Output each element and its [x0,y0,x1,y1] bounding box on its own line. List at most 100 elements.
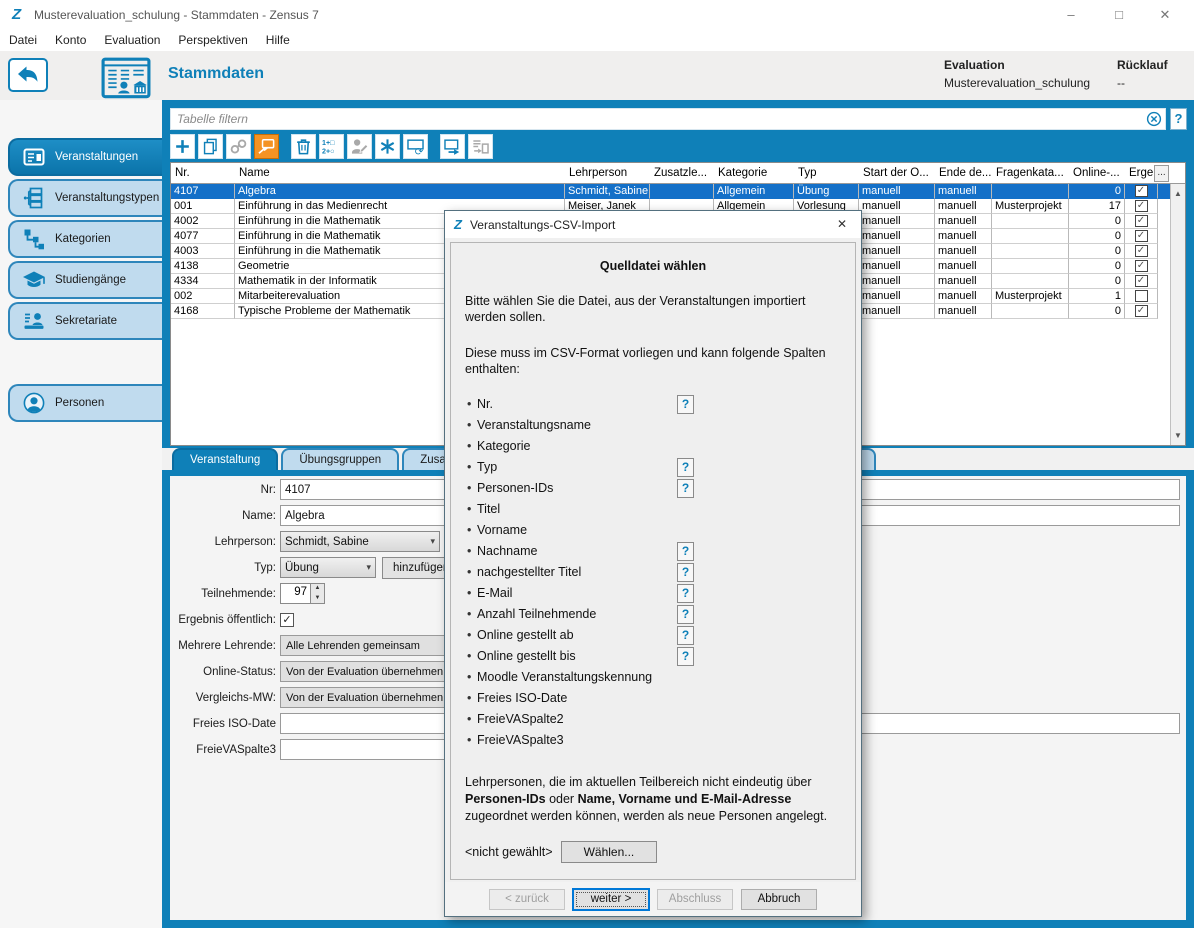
teilnehmende-stepper[interactable]: 97▲▼ [280,583,325,604]
sidebar-item-veranstaltungstypen[interactable]: Veranstaltungstypen [8,179,162,217]
ergebnis-checkbox[interactable] [1135,290,1148,302]
close-button[interactable]: ✕ [1142,0,1188,30]
delete-button[interactable] [291,134,316,159]
csv-import-dialog: Z Veranstaltungs-CSV-Import ✕ Quelldatei… [444,210,862,917]
menu-item-hilfe[interactable]: Hilfe [257,30,299,50]
menu-item-evaluation[interactable]: Evaluation [95,30,169,50]
cell-ende: manuell [935,199,992,214]
duplicate-button[interactable] [198,134,223,159]
sidebar-item-studiengaenge[interactable]: Studiengänge [8,261,162,299]
minimize-button[interactable]: – [1048,0,1094,30]
typ-dropdown[interactable]: Übung▾ [280,557,376,578]
column-help-button[interactable]: ? [677,605,694,624]
menu-item-perspektiven[interactable]: Perspektiven [169,30,256,50]
column-header-fragenkatalog[interactable]: Fragenkata... [992,163,1069,183]
ergebnis-checkbox[interactable]: ✓ [1135,245,1148,257]
table-filter-input[interactable] [170,108,1166,130]
edit-person-button[interactable] [347,134,372,159]
link-button[interactable] [226,134,251,159]
window-title: Musterevaluation_schulung - Stammdaten -… [34,8,319,22]
cell-ergebnis: ✓ [1125,184,1158,199]
help-button[interactable]: ? [1170,108,1187,130]
ergebnis-checkbox[interactable]: ✓ [1135,260,1148,272]
column-header-nr[interactable]: Nr. [171,163,235,183]
ergebnis-checkbox[interactable]: ✓ [1135,215,1148,227]
column-header-ende[interactable]: Ende de... [935,163,992,183]
maximize-button[interactable]: □ [1096,0,1142,30]
choose-file-button[interactable]: Wählen... [561,841,658,863]
sidebar-item-personen[interactable]: Personen [8,384,162,422]
table-row[interactable]: 4107AlgebraSchmidt, SabineAllgemeinÜbung… [171,184,1185,199]
lehrperson-dropdown[interactable]: Schmidt, Sabine▾ [280,531,440,552]
online-status-dropdown[interactable]: Von der Evaluation übernehmen [280,661,460,682]
ergebnis-checkbox[interactable]: ✓ [1135,305,1148,317]
cell-start: manuell [859,244,935,259]
ergebnis-checkbox[interactable]: ✓ [1135,185,1148,197]
csv-column-label: Titel [477,502,500,516]
sync-button[interactable]: ⟳ [403,134,428,159]
scroll-down-icon[interactable]: ▼ [1171,428,1185,443]
column-help-button[interactable]: ? [677,395,694,414]
column-header-lehrperson[interactable]: Lehrperson [565,163,650,183]
header-band: Stammdaten Evaluation Musterevaluation_s… [0,51,1194,100]
column-header-online[interactable]: Online-... [1069,163,1125,183]
back-button[interactable]: < zurück [489,889,565,910]
cell-ergebnis: ✓ [1125,244,1158,259]
menu-item-datei[interactable]: Datei [0,30,46,50]
copy-out-button[interactable] [468,134,493,159]
note-text: oder [546,792,578,806]
sidebar-item-sekretariate[interactable]: Sekretariate [8,302,162,340]
properties-button[interactable] [375,134,400,159]
column-header-kategorie[interactable]: Kategorie [714,163,794,183]
column-header-typ[interactable]: Typ [794,163,859,183]
export-button[interactable] [440,134,465,159]
cell-name: Algebra [235,184,565,199]
vergleichs-mw-dropdown[interactable]: Von der Evaluation übernehmen [280,687,460,708]
mehrere-lehrende-dropdown[interactable]: Alle Lehrenden gemeinsam [280,635,460,656]
menu-item-konto[interactable]: Konto [46,30,95,50]
evaluation-info: Evaluation Musterevaluation_schulung [944,58,1090,90]
cell-online: 1 [1069,289,1125,304]
csv-column-label: Vorname [477,523,527,537]
dialog-close-button[interactable]: ✕ [823,211,861,238]
tab-veranstaltung[interactable]: Veranstaltung [172,448,278,470]
sidebar-item-veranstaltungen[interactable]: Veranstaltungen [8,138,162,176]
cancel-button[interactable]: Abbruch [741,889,817,910]
column-help-button[interactable]: ? [677,563,694,582]
csv-column-item: FreieVASpalte3 [465,733,841,754]
csv-import-button[interactable] [254,134,279,159]
renumber-button[interactable]: 1+□2+○ [319,134,344,159]
column-header-start[interactable]: Start der O... [859,163,935,183]
add-button[interactable] [170,134,195,159]
csv-column-item: Anzahl Teilnehmende? [465,607,841,628]
column-help-button[interactable]: ? [677,647,694,666]
stepper-down-icon[interactable]: ▼ [311,594,324,604]
column-header-zusatz[interactable]: Zusatzle... [650,163,714,183]
ergebnis-checkbox[interactable]: ✓ [1135,200,1148,212]
column-help-button[interactable]: ? [677,542,694,561]
column-help-button[interactable]: ? [677,458,694,477]
ergebnis-checkbox[interactable]: ✓ [1135,275,1148,287]
cell-ende: manuell [935,184,992,199]
stepper-arrows[interactable]: ▲▼ [311,583,325,604]
sidebar-item-kategorien[interactable]: Kategorien [8,220,162,258]
svg-text:1+□: 1+□ [322,139,335,147]
table-scrollbar[interactable]: ▲ ▼ [1170,184,1185,445]
stepper-up-icon[interactable]: ▲ [311,584,324,594]
tab-uebungsgruppen[interactable]: Übungsgruppen [281,448,399,470]
ergebnis-oeffentlich-checkbox[interactable]: ✓ [280,613,294,627]
column-help-button[interactable]: ? [677,626,694,645]
column-options-button[interactable]: ... [1154,165,1169,182]
ergebnis-checkbox[interactable]: ✓ [1135,230,1148,242]
filter-clear-icon[interactable] [1146,111,1162,127]
scroll-up-icon[interactable]: ▲ [1171,186,1185,201]
finish-button[interactable]: Abschluss [657,889,733,910]
csv-column-label: Personen-IDs [477,481,553,495]
column-header-name[interactable]: Name [235,163,565,183]
kategorien-icon [22,227,46,251]
next-button[interactable]: weiter > [573,889,649,910]
column-help-button[interactable]: ? [677,584,694,603]
cell-nr: 4138 [171,259,235,274]
back-button[interactable] [8,58,48,92]
column-help-button[interactable]: ? [677,479,694,498]
